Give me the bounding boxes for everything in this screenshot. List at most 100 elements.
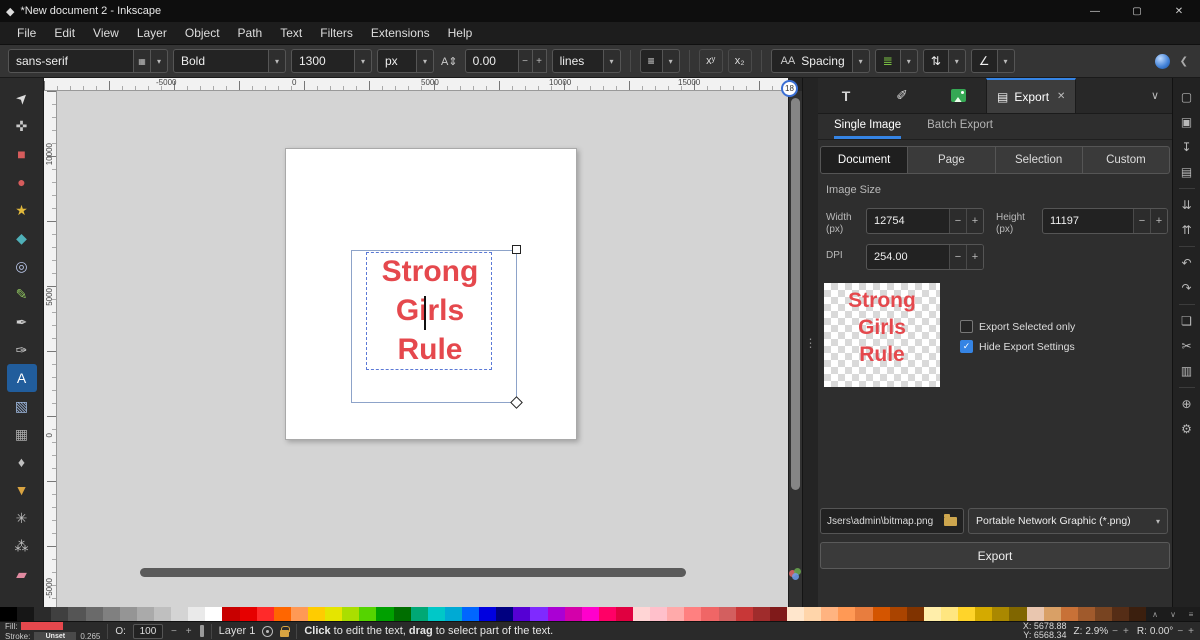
palette-swatch[interactable] <box>616 607 633 621</box>
unit-dropdown-arrow[interactable]: ▾ <box>417 49 434 73</box>
subscript-button[interactable]: x₂ <box>728 49 752 73</box>
palette-swatch[interactable] <box>171 607 188 621</box>
palette-swatch[interactable] <box>496 607 513 621</box>
palette-swatch[interactable] <box>291 607 308 621</box>
tool-paint-bucket[interactable]: ▼ <box>7 476 37 504</box>
palette-swatch[interactable] <box>51 607 68 621</box>
height-decrease-button[interactable]: − <box>1133 209 1150 233</box>
palette-swatch[interactable] <box>34 607 51 621</box>
zoom-in-button[interactable]: + <box>1122 626 1130 637</box>
width-field[interactable]: 12754 − + <box>866 208 984 234</box>
scope-page[interactable]: Page <box>908 146 995 174</box>
subtab-single-image[interactable]: Single Image <box>834 119 901 139</box>
palette-swatch[interactable] <box>428 607 445 621</box>
hide-settings-row[interactable]: ✓ Hide Export Settings <box>960 340 1075 353</box>
canvas[interactable]: StrongGirlsRule <box>57 91 788 607</box>
font-style-combo[interactable]: Bold ▾ <box>173 49 286 73</box>
panel-resize-handle[interactable]: ⋮ <box>802 78 818 607</box>
palette-swatch[interactable] <box>701 607 718 621</box>
palette-swatch[interactable] <box>68 607 85 621</box>
palette-swatch[interactable] <box>770 607 787 621</box>
palette-swatch[interactable] <box>684 607 701 621</box>
fill-stroke-indicator[interactable]: Fill: Stroke:Unset0.265 <box>5 622 100 640</box>
palette-swatch[interactable] <box>1027 607 1044 621</box>
opacity-increase-button[interactable]: + <box>185 626 193 637</box>
maximize-button[interactable]: ▢ <box>1116 0 1158 22</box>
opacity-slider[interactable] <box>200 625 204 637</box>
export-button[interactable]: Export <box>820 542 1170 569</box>
save-icon[interactable]: ↧ <box>1177 138 1197 156</box>
minimize-button[interactable]: — <box>1074 0 1116 22</box>
tab-image-dialog[interactable] <box>930 78 986 113</box>
dpi-increase-button[interactable]: + <box>966 245 983 269</box>
palette-swatch[interactable] <box>17 607 34 621</box>
font-size-dropdown-arrow[interactable]: ▾ <box>355 49 372 73</box>
print-icon[interactable]: ▤ <box>1177 163 1197 181</box>
palette-swatch[interactable] <box>890 607 907 621</box>
tab-text-and-font[interactable]: T <box>818 78 874 113</box>
palette-swatch[interactable] <box>1095 607 1112 621</box>
import-icon[interactable]: ⇊ <box>1177 196 1197 214</box>
spacing-arrow[interactable]: ▾ <box>853 49 870 73</box>
menu-text[interactable]: Text <box>271 22 311 44</box>
zoom-out-button[interactable]: − <box>1111 626 1119 637</box>
tab-export[interactable]: ▤ Export ✕ <box>986 78 1076 113</box>
palette-swatch[interactable] <box>1044 607 1061 621</box>
palette-swatch[interactable] <box>205 607 222 621</box>
palette-swatch[interactable] <box>342 607 359 621</box>
tool-tweak[interactable]: ✳ <box>7 504 37 532</box>
close-button[interactable]: ✕ <box>1158 0 1200 22</box>
zoom-control[interactable]: Z: 2.9% − + <box>1073 626 1129 637</box>
palette-swatch[interactable] <box>240 607 257 621</box>
alignment-dropdown[interactable]: ≡ ▾ <box>640 49 680 73</box>
dpi-field[interactable]: 254.00 − + <box>866 244 984 270</box>
font-style-dropdown-arrow[interactable]: ▾ <box>269 49 286 73</box>
line-spacing-unit-combo[interactable]: lines ▾ <box>552 49 621 73</box>
rotate-cw-button[interactable]: + <box>1187 626 1195 637</box>
vertical-scrollbar[interactable] <box>791 98 800 490</box>
subtab-batch-export[interactable]: Batch Export <box>927 119 993 139</box>
palette-swatch[interactable] <box>513 607 530 621</box>
alignment-arrow[interactable]: ▾ <box>663 49 680 73</box>
color-managed-display-icon[interactable] <box>789 568 803 580</box>
palette-swatch[interactable] <box>411 607 428 621</box>
palette-swatch[interactable] <box>582 607 599 621</box>
layer-visibility-eye-icon[interactable] <box>262 626 273 637</box>
folder-icon[interactable] <box>944 517 957 526</box>
palette-swatch[interactable] <box>445 607 462 621</box>
kerning-arrow[interactable]: ▾ <box>949 49 966 73</box>
tool-spiral[interactable]: ◎ <box>7 252 37 280</box>
menu-file[interactable]: File <box>8 22 45 44</box>
palette-swatch[interactable] <box>154 607 171 621</box>
new-document-icon[interactable]: ▢ <box>1177 88 1197 106</box>
palette-swatch[interactable] <box>907 607 924 621</box>
line-spacing-decrease-button[interactable]: − <box>519 49 533 73</box>
opacity-decrease-button[interactable]: − <box>170 626 178 637</box>
export-format-dropdown[interactable]: Portable Network Graphic (*.png) ▾ <box>968 508 1168 534</box>
menu-object[interactable]: Object <box>176 22 229 44</box>
tool-dropper[interactable]: ♦ <box>7 448 37 476</box>
vertical-scrollbar-track[interactable] <box>788 91 802 607</box>
menu-layer[interactable]: Layer <box>128 22 176 44</box>
palette-swatch[interactable] <box>753 607 770 621</box>
menu-help[interactable]: Help <box>439 22 482 44</box>
palette-swatch[interactable] <box>137 607 154 621</box>
collapse-snap-bar-icon[interactable]: ❮ <box>1180 56 1188 67</box>
rotation-badge[interactable]: 18 <box>781 80 798 97</box>
export-selected-row[interactable]: Export Selected only <box>960 320 1075 333</box>
rotation-control[interactable]: R: 0.00° − + <box>1137 626 1195 637</box>
close-tab-icon[interactable]: ✕ <box>1057 91 1065 102</box>
palette-swatch[interactable] <box>120 607 137 621</box>
dialog-list-expander[interactable]: ∨ <box>1138 78 1172 113</box>
line-spacing-unit-arrow[interactable]: ▾ <box>604 49 621 73</box>
menu-path[interactable]: Path <box>229 22 272 44</box>
palette-swatch[interactable] <box>736 607 753 621</box>
fill-color-swatch[interactable] <box>21 622 63 630</box>
tool-gradient[interactable]: ▧ <box>7 392 37 420</box>
letter-spacing-arrow[interactable]: ▾ <box>901 49 918 73</box>
menu-edit[interactable]: Edit <box>45 22 84 44</box>
palette-scroll-up-icon[interactable]: ∧ <box>1146 607 1164 621</box>
palette-swatch[interactable] <box>394 607 411 621</box>
stroke-color-swatch[interactable]: Unset <box>34 632 76 640</box>
rotate-ccw-button[interactable]: − <box>1176 626 1184 637</box>
